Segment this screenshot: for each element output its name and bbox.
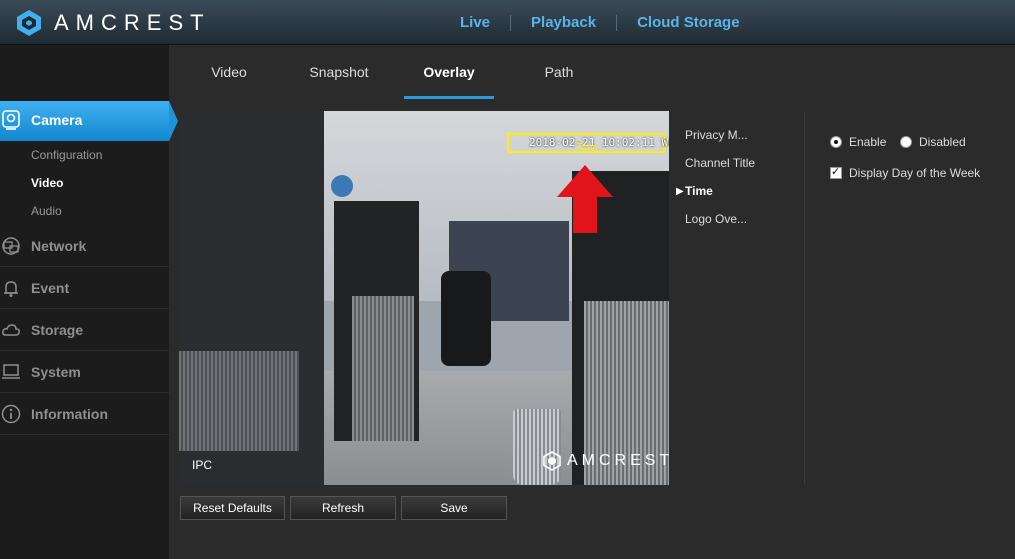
sidebar-item-system[interactable]: System	[0, 351, 169, 393]
reset-defaults-button[interactable]: Reset Defaults	[180, 496, 285, 520]
sidebar-item-event[interactable]: Event	[0, 267, 169, 309]
sidebar-item-storage[interactable]: Storage	[0, 309, 169, 351]
sidebar-item-label: System	[31, 364, 81, 380]
sidebar-camera-pointer	[169, 101, 178, 141]
sidebar-item-information[interactable]: Information	[0, 393, 169, 435]
preview-scene	[179, 351, 299, 451]
disabled-label: Disabled	[919, 135, 966, 149]
display-day-of-week-checkbox[interactable]: ✓	[830, 166, 842, 179]
sidebar-item-label: Storage	[31, 322, 84, 338]
video-preview[interactable]: 2018-02-21 10:02:11 Wed Time IPC AMCREST	[179, 111, 669, 485]
overlay-menu-logo-overlay[interactable]: Logo Ove...	[685, 212, 747, 226]
sidebar-item-label: Information	[31, 406, 108, 422]
channel-title-overlay: IPC	[192, 458, 213, 472]
sidebar-subitem-audio[interactable]: Audio	[31, 204, 62, 218]
save-button[interactable]: Save	[401, 496, 507, 520]
nav-live[interactable]: Live	[440, 14, 510, 31]
sidebar-subitem-video[interactable]: Video	[31, 176, 63, 190]
preview-scene	[513, 409, 561, 485]
overlay-menu-privacy-mask[interactable]: Privacy M...	[685, 128, 748, 142]
cloud-icon	[2, 324, 20, 336]
amcrest-hexagon-icon	[543, 451, 561, 471]
brand-name: AMCREST	[54, 10, 211, 35]
sidebar: Camera Configuration Video Audio Network…	[0, 45, 178, 559]
sidebar-item-network[interactable]: Network	[0, 225, 169, 267]
tab-video[interactable]: Video	[189, 45, 269, 99]
time-overlay-label: Time	[576, 142, 598, 153]
bell-icon	[4, 281, 18, 297]
camera-icon	[2, 110, 20, 130]
nav-cloud-storage[interactable]: Cloud Storage	[617, 14, 760, 31]
overlay-menu-channel-title[interactable]: Channel Title	[685, 156, 755, 170]
preview-scene	[331, 175, 353, 197]
checkmark-icon: ✓	[831, 166, 841, 178]
top-nav: Live Playback Cloud Storage	[440, 0, 760, 45]
tab-snapshot[interactable]: Snapshot	[294, 45, 384, 99]
refresh-button[interactable]: Refresh	[290, 496, 396, 520]
sidebar-item-label: Camera	[31, 112, 83, 128]
tab-path[interactable]: Path	[519, 45, 599, 99]
logo-watermark: AMCREST	[543, 451, 669, 471]
info-icon	[1, 404, 21, 424]
display-day-of-week-label: Display Day of the Week	[849, 166, 981, 180]
computer-icon	[2, 364, 20, 379]
enable-label: Enable	[849, 135, 887, 149]
time-overlay-text: 2018-02-21 10:02:11 Wed	[529, 136, 669, 149]
selected-arrow-icon: ▶	[676, 186, 684, 197]
sidebar-item-label: Network	[31, 238, 87, 254]
watermark-text: AMCREST	[567, 452, 669, 469]
sidebar-subitem-configuration[interactable]: Configuration	[31, 148, 102, 162]
tab-bar: Video Snapshot Overlay Path	[169, 45, 1015, 99]
divider	[804, 111, 805, 485]
enable-radio[interactable]	[830, 136, 842, 148]
sidebar-item-camera[interactable]: Camera	[0, 101, 178, 141]
network-icon	[2, 237, 20, 255]
tab-overlay[interactable]: Overlay	[404, 45, 494, 99]
top-bar: AMCREST Live Playback Cloud Storage	[0, 0, 1015, 45]
overlay-menu-time[interactable]: Time	[685, 184, 713, 198]
nav-playback[interactable]: Playback	[511, 14, 616, 31]
preview-scene	[441, 271, 491, 366]
sidebar-camera-highlight	[0, 101, 169, 141]
red-arrow-icon	[557, 165, 613, 233]
sidebar-item-label: Event	[31, 280, 70, 296]
amcrest-hexagon-icon	[17, 10, 41, 36]
preview-scene	[352, 296, 414, 441]
amcrest-logo: AMCREST	[16, 9, 211, 37]
disabled-radio[interactable]	[900, 136, 912, 148]
